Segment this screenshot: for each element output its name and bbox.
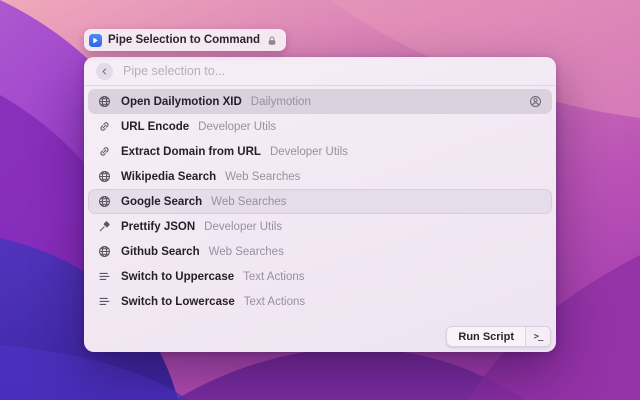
window-title-badge[interactable]: Pipe Selection to Command [84, 29, 287, 51]
search-bar [84, 57, 556, 86]
hammer-icon [98, 220, 111, 233]
terminal-prompt-icon: >_ [525, 327, 550, 346]
run-script-button[interactable]: Run Script >_ [446, 326, 551, 347]
list-item-title: Extract Domain from URL [121, 145, 261, 158]
list-item-title: Switch to Uppercase [121, 270, 235, 283]
list-item-title: Google Search [121, 195, 203, 208]
list-item-subtitle: Text Actions [243, 270, 305, 283]
list-item-subtitle: Web Searches [211, 195, 287, 208]
list-item-title: Prettify JSON [121, 220, 196, 233]
back-button[interactable] [96, 62, 113, 80]
list-item[interactable]: Extract Domain from URL Developer Utils [88, 139, 552, 164]
lock-icon [266, 34, 278, 46]
globe-icon [98, 95, 111, 108]
text-lines-icon [98, 295, 111, 308]
link-icon [98, 145, 111, 158]
list-item-title: Switch to Lowercase [121, 295, 235, 308]
list-item[interactable]: Github Search Web Searches [88, 239, 552, 264]
command-palette-window: Open Dailymotion XID Dailymotion URL Enc… [84, 57, 556, 352]
list-item-subtitle: Developer Utils [204, 220, 283, 233]
window-title: Pipe Selection to Command [108, 34, 261, 46]
list-item-title: Github Search [121, 245, 200, 258]
list-item-subtitle: Developer Utils [198, 120, 277, 133]
globe-icon [98, 195, 111, 208]
list-item[interactable]: Switch to Uppercase Text Actions [88, 264, 552, 289]
command-list: Open Dailymotion XID Dailymotion URL Enc… [84, 86, 556, 314]
link-icon [98, 120, 111, 133]
list-item[interactable]: Wikipedia Search Web Searches [88, 164, 552, 189]
person-icon [529, 95, 542, 108]
list-item[interactable]: Open Dailymotion XID Dailymotion [88, 89, 552, 114]
app-icon [89, 33, 102, 47]
list-item[interactable]: URL Encode Developer Utils [88, 114, 552, 139]
list-item[interactable]: Prettify JSON Developer Utils [88, 214, 552, 239]
globe-icon [98, 170, 111, 183]
list-item-subtitle: Developer Utils [269, 145, 348, 158]
list-item-title: Open Dailymotion XID [121, 95, 242, 108]
list-item-subtitle: Text Actions [243, 295, 306, 308]
search-input[interactable] [123, 64, 544, 78]
list-item-subtitle: Dailymotion [250, 95, 311, 108]
list-item-subtitle: Web Searches [225, 170, 301, 183]
globe-icon [98, 245, 111, 258]
list-item[interactable]: Switch to Lowercase Text Actions [88, 289, 552, 314]
list-item-title: URL Encode [121, 120, 190, 133]
run-script-label: Run Script [458, 330, 514, 343]
list-item-title: Wikipedia Search [121, 170, 217, 183]
text-lines-icon [98, 270, 111, 283]
list-item[interactable]: Google Search Web Searches [88, 189, 552, 214]
chevron-left-icon [102, 68, 107, 74]
list-item-subtitle: Web Searches [208, 245, 284, 258]
